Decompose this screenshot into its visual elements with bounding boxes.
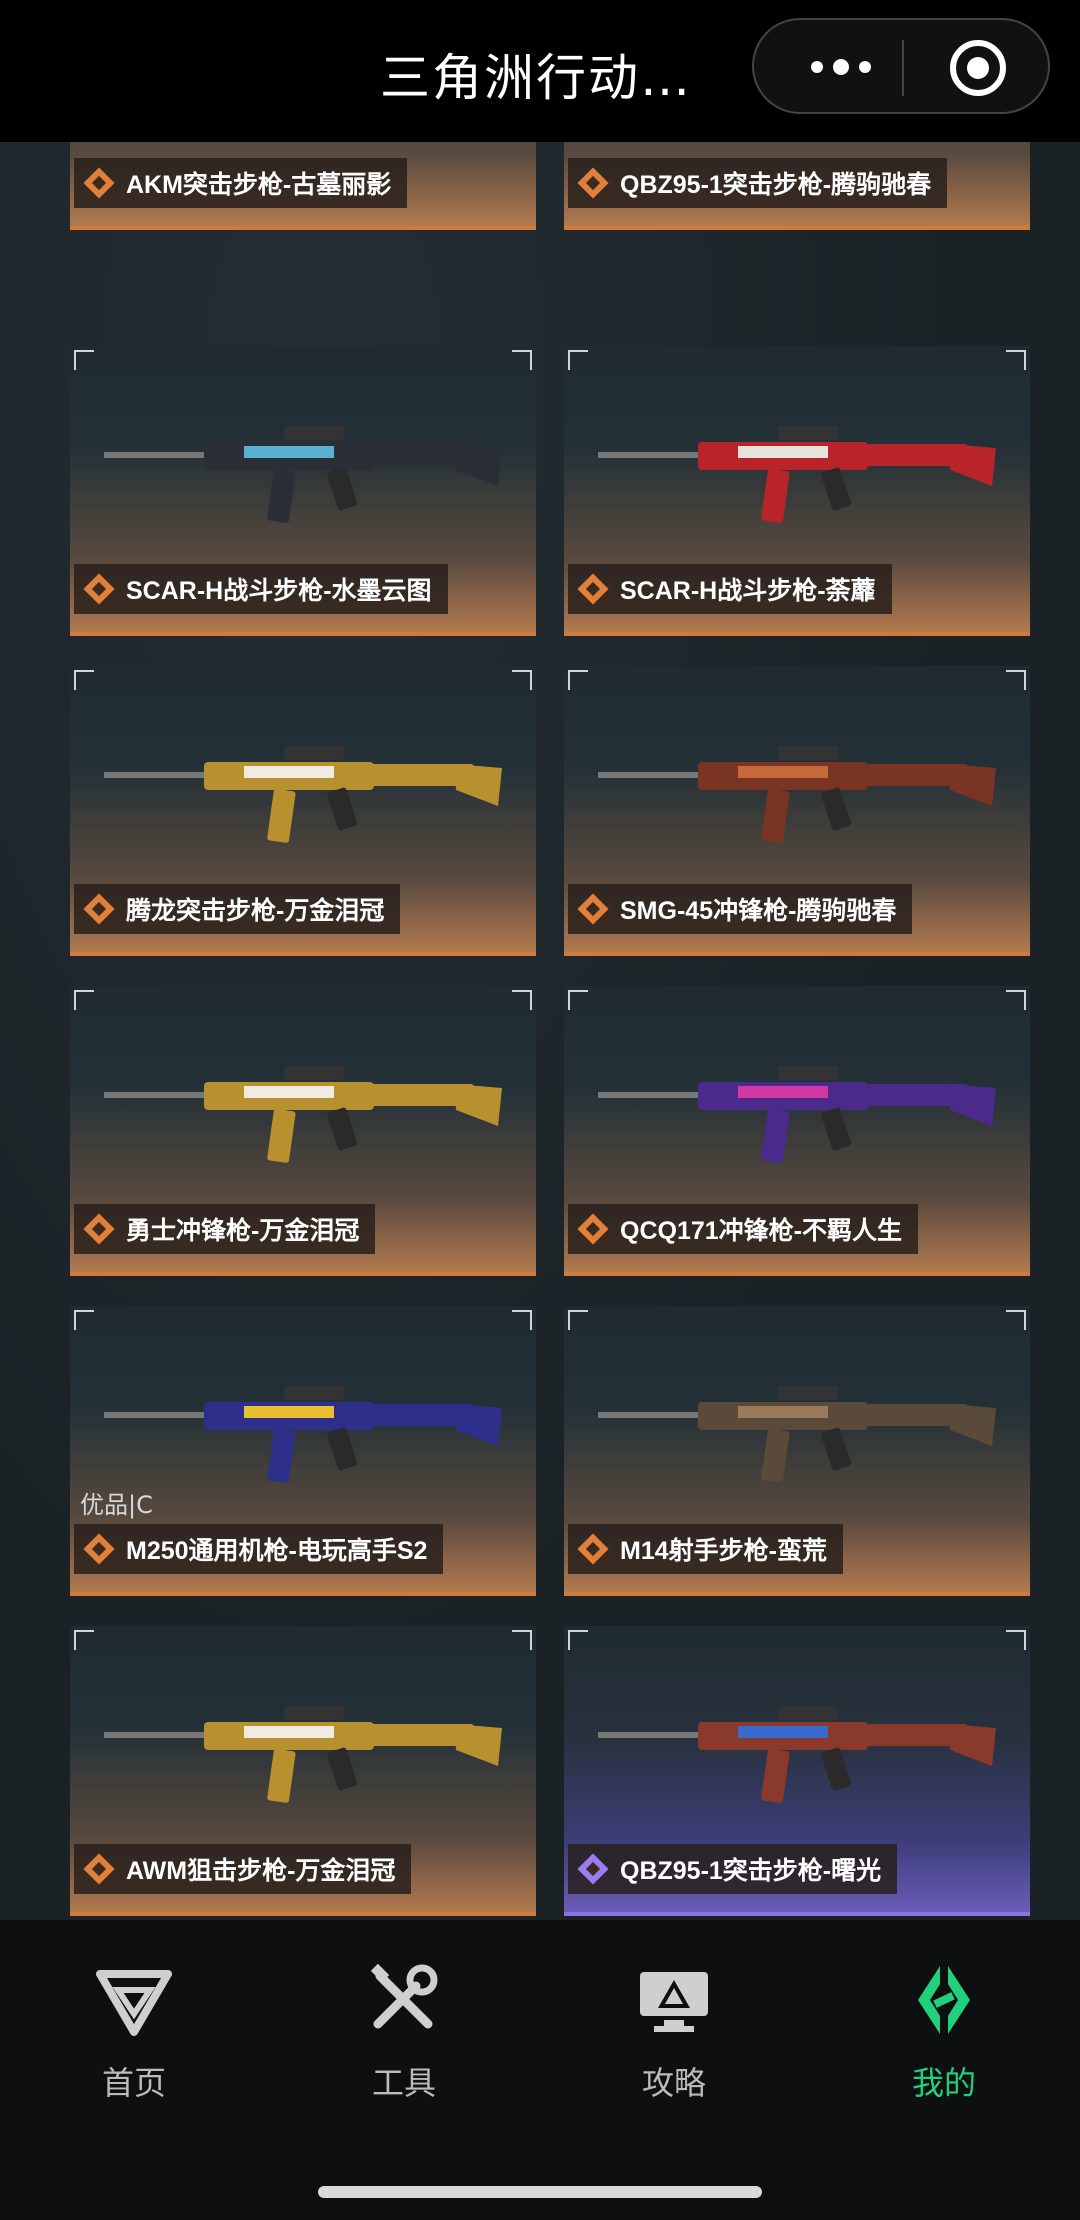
skin-grid: AKM突击步枪-古墓丽影 QBZ95-1突击步枪-腾驹驰春 SCAR-H战斗步枪-水…	[0, 0, 1080, 1920]
skin-card[interactable]: SCAR-H战斗步枪-荼蘼	[564, 346, 1030, 636]
guide-monitor-icon	[640, 1972, 708, 2032]
skin-name: AKM突击步枪-古墓丽影	[126, 171, 392, 199]
nav-item-home[interactable]: 首页	[34, 1960, 234, 2120]
weapon-image	[598, 746, 996, 843]
nav-label-guide: 攻略	[641, 2064, 706, 2102]
skin-name-label: AKM突击步枪-古墓丽影	[74, 158, 408, 208]
weapon-image	[104, 1066, 502, 1163]
nav-label-tools: 工具	[371, 2064, 436, 2102]
rarity-diamond-icon	[577, 893, 609, 925]
skin-name: QBZ95-1突击步枪-曙光	[620, 1857, 882, 1885]
rarity-diamond-icon	[577, 1533, 609, 1565]
skin-name-label: 勇士冲锋枪-万金泪冠	[74, 1204, 376, 1254]
rarity-diamond-icon	[83, 1853, 115, 1885]
skin-name: SMG-45冲锋枪-腾驹驰春	[620, 897, 897, 925]
home-indicator	[318, 2186, 762, 2198]
rarity-diamond-icon	[83, 893, 115, 925]
skin-name-label: SCAR-H战斗步枪-荼蘼	[568, 564, 892, 614]
rarity-diamond-icon	[83, 1533, 115, 1565]
skin-name: SCAR-H战斗步枪-荼蘼	[620, 577, 876, 605]
skin-name: QCQ171冲锋枪-不羁人生	[620, 1217, 902, 1245]
skin-name-label: SMG-45冲锋枪-腾驹驰春	[568, 884, 913, 934]
skin-name: 勇士冲锋枪-万金泪冠	[126, 1217, 360, 1245]
nav-label-home: 首页	[101, 2064, 166, 2102]
skin-card[interactable]: 优品|C M250通用机枪-电玩高手S2	[70, 1306, 536, 1596]
weapon-image	[598, 1706, 996, 1803]
skin-name: QBZ95-1突击步枪-腾驹驰春	[620, 171, 932, 199]
title-bar: 三角洲行动…	[0, 0, 1080, 142]
skin-name: M14射手步枪-蛮荒	[620, 1537, 827, 1565]
bottom-nav: 首页 工具 攻略 我的	[0, 1920, 1080, 2220]
skin-name-label: QCQ171冲锋枪-不羁人生	[568, 1204, 918, 1254]
skin-card[interactable]: M14射手步枪-蛮荒	[564, 1306, 1030, 1596]
rarity-diamond-icon	[83, 573, 115, 605]
skin-name: SCAR-H战斗步枪-水墨云图	[126, 577, 432, 605]
rarity-diamond-icon	[577, 167, 609, 199]
skin-name: M250通用机枪-电玩高手S2	[126, 1537, 428, 1565]
target-close-icon[interactable]	[950, 40, 1006, 96]
skin-card[interactable]: 勇士冲锋枪-万金泪冠	[70, 986, 536, 1276]
weapon-image	[104, 1386, 502, 1483]
weapon-image	[598, 1066, 996, 1163]
skin-card[interactable]: QCQ171冲锋枪-不羁人生	[564, 986, 1030, 1276]
nav-item-guide[interactable]: 攻略	[574, 1960, 774, 2120]
skin-name-label: QBZ95-1突击步枪-曙光	[568, 1844, 898, 1894]
skin-card[interactable]: SMG-45冲锋枪-腾驹驰春	[564, 666, 1030, 956]
home-logo-icon	[96, 1970, 172, 2036]
skin-card[interactable]: QBZ95-1突击步枪-曙光	[564, 1626, 1030, 1916]
skin-name-label: M250通用机枪-电玩高手S2	[74, 1524, 444, 1574]
profile-logo-icon	[918, 1966, 970, 2034]
nav-label-mine: 我的	[911, 2064, 976, 2102]
quality-tag: 优品|C	[80, 1491, 153, 1519]
page-title: 三角洲行动…	[380, 49, 692, 107]
weapon-image	[104, 1706, 502, 1803]
rarity-diamond-icon	[83, 167, 115, 199]
mini-program-capsule	[752, 18, 1050, 114]
skin-name-label: M14射手步枪-蛮荒	[568, 1524, 843, 1574]
nav-item-mine[interactable]: 我的	[844, 1960, 1044, 2120]
skin-name-label: QBZ95-1突击步枪-腾驹驰春	[568, 158, 948, 208]
nav-item-tools[interactable]: 工具	[304, 1960, 504, 2120]
skin-card[interactable]: 腾龙突击步枪-万金泪冠	[70, 666, 536, 956]
skin-card[interactable]: AWM狙击步枪-万金泪冠	[70, 1626, 536, 1916]
skin-name-label: 腾龙突击步枪-万金泪冠	[74, 884, 401, 934]
rarity-diamond-icon	[83, 1213, 115, 1245]
skin-card[interactable]: SCAR-H战斗步枪-水墨云图	[70, 346, 536, 636]
skin-name: 腾龙突击步枪-万金泪冠	[126, 897, 385, 925]
weapon-image	[104, 746, 502, 843]
weapon-image	[598, 426, 996, 523]
rarity-diamond-icon	[577, 573, 609, 605]
skin-name-label: SCAR-H战斗步枪-水墨云图	[74, 564, 448, 614]
tools-icon	[370, 1963, 438, 2029]
skin-name: AWM狙击步枪-万金泪冠	[126, 1857, 396, 1885]
weapon-image	[104, 426, 502, 523]
more-dots-icon[interactable]	[796, 49, 886, 85]
weapon-image	[598, 1386, 996, 1483]
skin-name-label: AWM狙击步枪-万金泪冠	[74, 1844, 412, 1894]
rarity-diamond-icon	[577, 1213, 609, 1245]
rarity-diamond-icon	[577, 1853, 609, 1885]
capsule-divider	[902, 40, 904, 96]
